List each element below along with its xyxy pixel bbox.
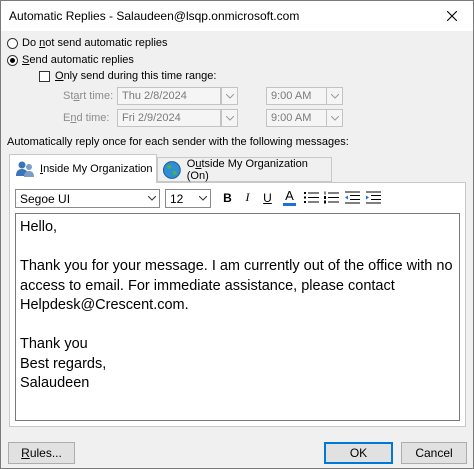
numbered-list-icon bbox=[324, 191, 339, 204]
bullets-button[interactable] bbox=[303, 189, 320, 206]
message-editor[interactable]: Hello, Thank you for your message. I am … bbox=[15, 213, 460, 421]
cancel-button[interactable]: Cancel bbox=[401, 442, 467, 464]
numbering-button[interactable] bbox=[323, 189, 340, 206]
font-name-dropdown[interactable] bbox=[144, 190, 159, 207]
font-size-dropdown[interactable] bbox=[195, 190, 210, 207]
only-time-range-label: Only send during this time range: bbox=[55, 70, 217, 82]
end-time-label: End time: bbox=[63, 112, 110, 124]
bold-button[interactable]: B bbox=[219, 189, 236, 206]
title-bar: Automatic Replies - Salaudeen@lsqp.onmic… bbox=[1, 1, 473, 31]
tab-inside-organization[interactable]: Inside My Organization bbox=[9, 154, 157, 183]
rules-button[interactable]: Rules... bbox=[8, 442, 75, 464]
font-color-button[interactable]: A bbox=[281, 189, 298, 206]
window-title: Automatic Replies - Salaudeen@lsqp.onmic… bbox=[9, 9, 300, 23]
radio-send[interactable]: Send automatic replies bbox=[7, 54, 134, 66]
close-button[interactable] bbox=[431, 1, 473, 31]
decrease-indent-icon bbox=[345, 191, 360, 204]
decrease-indent-button[interactable] bbox=[344, 189, 361, 206]
chevron-down-icon bbox=[225, 115, 234, 121]
start-date-field[interactable]: Thu 2/8/2024 bbox=[117, 87, 221, 105]
end-date-field[interactable]: Fri 2/9/2024 bbox=[117, 109, 221, 127]
tab-outside-organization[interactable]: Outside My Organization (On) bbox=[157, 157, 332, 182]
font-name-select[interactable]: Segoe UI bbox=[15, 189, 160, 208]
close-icon bbox=[447, 11, 457, 21]
end-date-dropdown[interactable] bbox=[221, 109, 238, 127]
radio-do-not-send-label: Do not send automatic replies bbox=[22, 37, 168, 49]
italic-button[interactable]: I bbox=[239, 189, 256, 206]
start-time-dropdown[interactable] bbox=[326, 87, 343, 105]
people-icon bbox=[16, 161, 34, 177]
radio-do-not-send[interactable]: Do not send automatic replies bbox=[7, 37, 168, 49]
chevron-down-icon bbox=[330, 93, 339, 99]
font-color-letter: A bbox=[285, 187, 294, 203]
increase-indent-icon bbox=[366, 191, 381, 204]
rules-button-label: Rules... bbox=[21, 446, 62, 460]
tab-inside-organization-label: Inside My Organization bbox=[40, 163, 153, 175]
message-line: Best regards, bbox=[20, 355, 107, 372]
message-line: Hello, bbox=[20, 219, 58, 235]
font-color-bar bbox=[283, 202, 296, 206]
radio-button-selected[interactable] bbox=[7, 54, 18, 66]
chevron-down-icon bbox=[225, 93, 234, 99]
bullet-list-icon bbox=[304, 192, 319, 203]
tab-outside-organization-label: Outside My Organization (On) bbox=[186, 157, 308, 182]
end-time-field[interactable]: 9:00 AM bbox=[266, 109, 327, 127]
increase-indent-button[interactable] bbox=[365, 189, 382, 206]
radio-send-label: Send automatic replies bbox=[22, 54, 134, 66]
start-time-field[interactable]: 9:00 AM bbox=[266, 87, 327, 105]
start-time-label: St a rt time: bbox=[63, 90, 114, 102]
radio-button[interactable] bbox=[7, 37, 18, 49]
end-time-dropdown[interactable] bbox=[326, 109, 343, 127]
only-time-range-checkbox[interactable]: Only send during this time range: bbox=[39, 70, 216, 82]
checkbox[interactable] bbox=[39, 70, 50, 82]
chevron-down-icon bbox=[330, 115, 339, 121]
chevron-down-icon bbox=[147, 196, 156, 201]
start-date-dropdown[interactable] bbox=[221, 87, 238, 105]
message-line: Thank you for your message. I am current… bbox=[20, 258, 453, 313]
message-line: Thank you bbox=[20, 336, 88, 352]
ok-button[interactable]: OK bbox=[324, 442, 393, 464]
underline-button[interactable]: U bbox=[259, 189, 276, 206]
message-panel: Segoe UI 12 B I U A Hello, Thank you for… bbox=[9, 182, 466, 427]
auto-reply-section-label: Automatically reply once for each sender… bbox=[7, 136, 349, 148]
automatic-replies-dialog: Automatic Replies - Salaudeen@lsqp.onmic… bbox=[0, 0, 474, 469]
chevron-down-icon bbox=[198, 196, 207, 201]
globe-icon bbox=[162, 160, 181, 179]
message-line: Salaudeen bbox=[20, 375, 90, 391]
